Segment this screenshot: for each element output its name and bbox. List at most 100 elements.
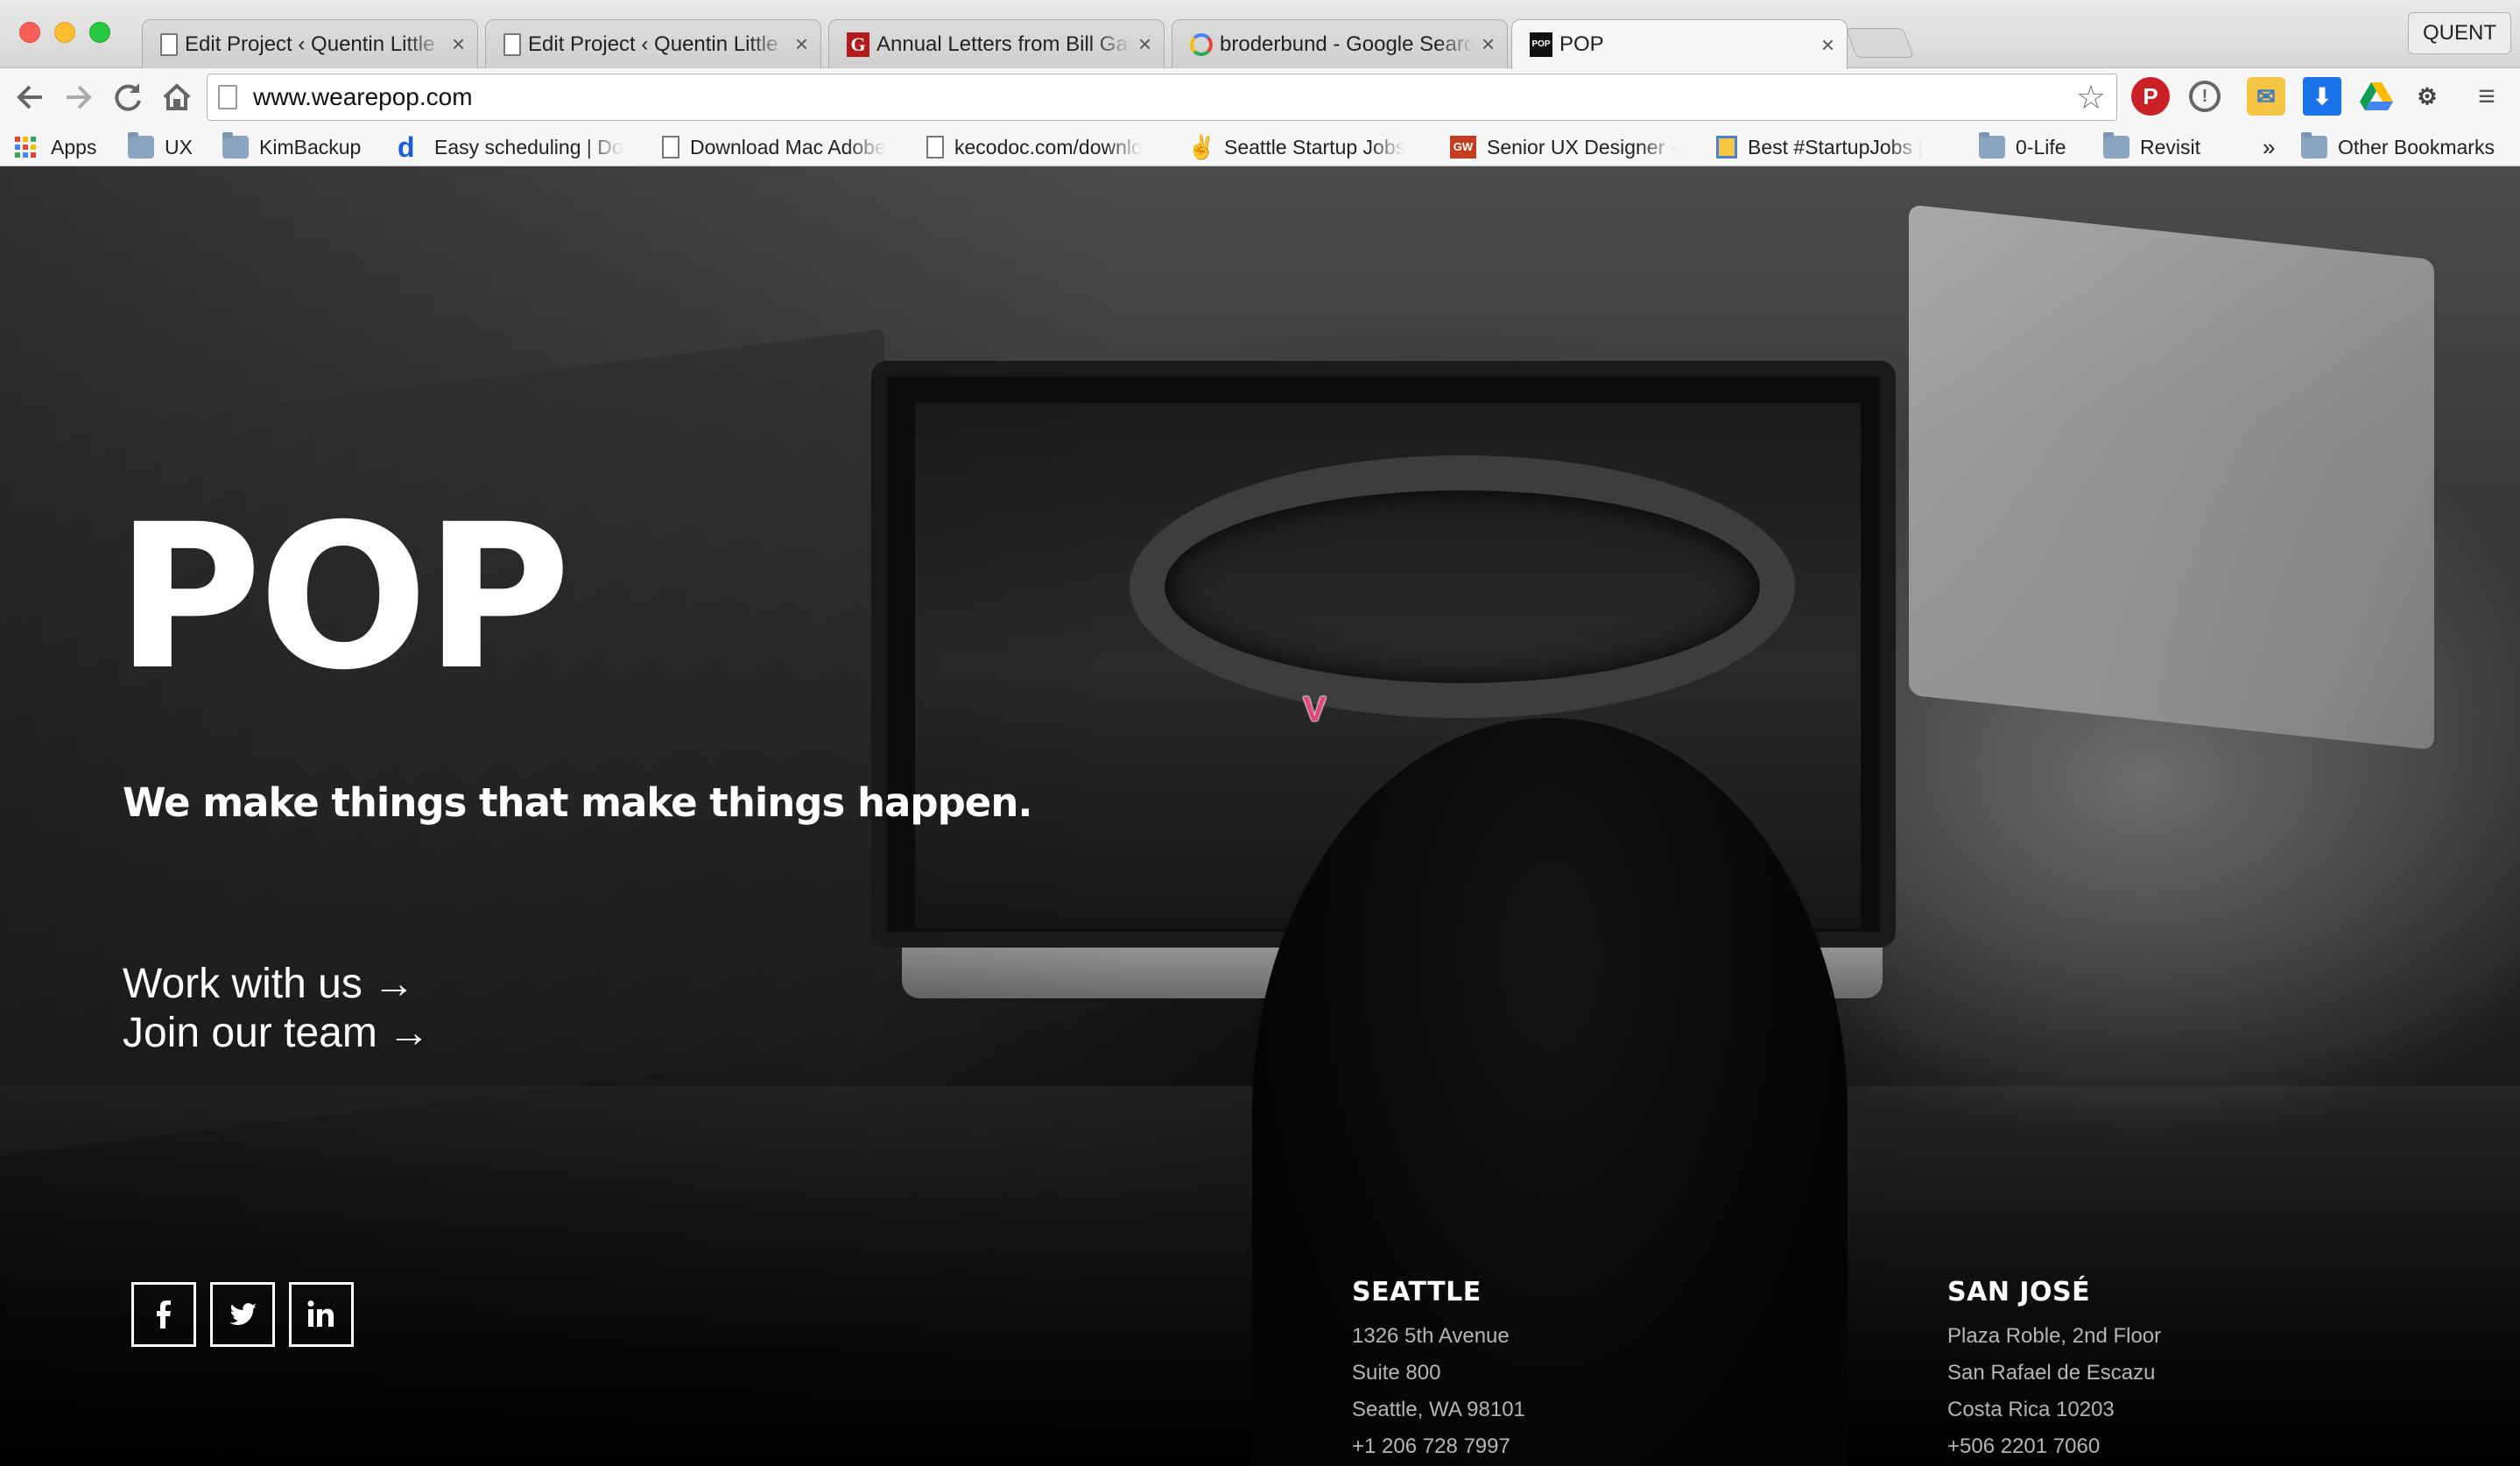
forward-arrow-icon[interactable] <box>63 75 93 130</box>
document-icon <box>926 136 944 159</box>
document-icon <box>503 32 521 56</box>
document-icon <box>160 32 178 56</box>
tab-close-icon[interactable]: × <box>1821 32 1834 59</box>
bookmark-folder[interactable]: Revisit <box>2103 131 2200 163</box>
bookmark-label: KimBackup <box>259 135 362 159</box>
bookmark-label: Download Mac Adobe <box>690 135 886 159</box>
office-address-line: Costa Rica 10203 <box>1947 1398 2115 1421</box>
bookmark-label: Seattle Startup Jobs <box>1224 135 1406 159</box>
bookmark-folder[interactable]: Other Bookmarks <box>2301 131 2495 163</box>
peace-hand-icon: ✌ <box>1187 134 1216 160</box>
join-our-team-link[interactable]: Join our team → <box>123 1009 430 1057</box>
hero-content: POP We make things that make things happ… <box>0 166 2520 1466</box>
close-window-button[interactable] <box>19 22 40 43</box>
address-bar[interactable]: www.wearepop.com ☆ <box>207 74 2117 121</box>
gates-notes-icon: G <box>847 32 869 57</box>
back-arrow-icon[interactable] <box>16 75 46 130</box>
pop-logo[interactable]: POP <box>116 497 571 697</box>
office-address-line: Plaza Roble, 2nd Floor <box>1947 1324 2162 1348</box>
cta-label: Work with us <box>123 961 363 1007</box>
doodle-icon: d <box>398 131 415 163</box>
profile-button[interactable]: QUENT <box>2408 12 2511 54</box>
bookmark-folder[interactable]: KimBackup <box>222 131 361 163</box>
tab-close-icon[interactable]: × <box>452 31 465 58</box>
linkedin-icon[interactable] <box>289 1282 354 1347</box>
reload-icon[interactable] <box>112 75 144 130</box>
bookmark-link[interactable]: kecodoc.com/downlo <box>926 131 1166 163</box>
bookmark-label: Easy scheduling | Do <box>434 135 623 159</box>
bookmark-link[interactable]: ✌ Seattle Startup Jobs <box>1187 131 1425 163</box>
hero-section: POP We make things that make things happ… <box>0 166 2520 1466</box>
folder-icon <box>2103 132 2129 159</box>
browser-tab[interactable]: broderbund - Google Searc × <box>1172 19 1508 68</box>
office-phone[interactable]: +506 2201 7060 <box>1947 1428 2161 1465</box>
v-badge-icon: V <box>1303 690 1327 729</box>
bookmark-label: 0-Life <box>2016 135 2066 159</box>
bookmark-label: Revisit <box>2140 135 2201 159</box>
office-address-line: San Rafael de Escazu <box>1947 1361 2156 1385</box>
browser-tab[interactable]: Edit Project ‹ Quentin Little × <box>485 19 821 68</box>
bookmark-label: Other Bookmarks <box>2338 135 2495 159</box>
tab-title: Edit Project ‹ Quentin Little <box>185 32 435 56</box>
gw-icon: GW <box>1450 136 1476 159</box>
tab-title: POP <box>1559 32 1604 56</box>
pop-icon: POP <box>1530 32 1552 57</box>
bookmark-label: UX <box>165 135 193 159</box>
office-phone[interactable]: +1 206 728 7997 <box>1352 1428 1525 1465</box>
download-icon[interactable]: ⬇ <box>2303 77 2341 116</box>
social-links <box>131 1282 354 1347</box>
bookmark-link[interactable]: GW Senior UX Designer - <box>1450 131 1690 163</box>
tab-title: Edit Project ‹ Quentin Little <box>528 32 778 56</box>
cta-label: Join our team <box>123 1010 377 1056</box>
tab-close-icon[interactable]: × <box>1138 31 1151 58</box>
folder-icon <box>2301 132 2327 159</box>
tagline: We make things that make things happen. <box>123 779 1032 826</box>
bookmark-star-icon[interactable]: ☆ <box>2076 78 2106 117</box>
extension-icon[interactable]: ✉ <box>2247 77 2285 116</box>
tab-title: broderbund - Google Searc <box>1220 32 1475 56</box>
bookmarks-bar: Apps UX KimBackup d Easy scheduling | Do… <box>0 128 2520 166</box>
bookmark-apps[interactable]: Apps <box>14 131 96 163</box>
bookmark-label: Best #StartupJobs | <box>1748 135 1924 159</box>
browser-tab[interactable]: Edit Project ‹ Quentin Little × <box>142 19 478 68</box>
browser-tab-active[interactable]: POP POP × <box>1511 19 1848 69</box>
tab-close-icon[interactable]: × <box>795 31 808 58</box>
arrow-right-icon: → <box>387 1010 430 1056</box>
zoom-window-button[interactable] <box>89 22 110 43</box>
bookmark-link[interactable]: Best #StartupJobs | <box>1716 131 1954 163</box>
minimize-window-button[interactable] <box>54 22 75 43</box>
tab-close-icon[interactable]: × <box>1482 31 1495 58</box>
office-name: SEATTLE <box>1352 1277 1482 1307</box>
bookmark-label: kecodoc.com/downlo <box>954 135 1143 159</box>
bookmark-folder[interactable]: 0-Life <box>1979 131 2066 163</box>
menu-icon[interactable]: ≡ <box>2467 77 2506 116</box>
facebook-icon[interactable] <box>131 1282 196 1347</box>
window-controls <box>19 22 110 43</box>
extension-puzzle-icon[interactable]: ⚙ <box>2408 77 2446 116</box>
folder-icon <box>128 132 154 159</box>
folder-icon <box>1979 132 2005 159</box>
work-with-us-link[interactable]: Work with us → <box>123 960 415 1008</box>
bookmark-link[interactable]: Download Mac Adobe <box>662 131 893 163</box>
home-icon[interactable] <box>161 75 193 130</box>
bookmark-folder[interactable]: UX <box>128 131 193 163</box>
new-tab-button[interactable] <box>1845 28 1915 58</box>
office-address-line: 1326 5th Avenue <box>1352 1324 1510 1348</box>
google-drive-icon[interactable] <box>2357 77 2396 116</box>
office-seattle: SEATTLE 1326 5th Avenue Suite 800 Seattl… <box>1352 1277 1525 1465</box>
bookmarks-overflow-button[interactable]: » <box>2263 131 2275 163</box>
bookmark-label: Apps <box>51 135 97 159</box>
bookmark-link[interactable]: d Easy scheduling | Do <box>398 131 629 163</box>
tab-title: Annual Letters from Bill Gat <box>876 32 1131 56</box>
arrow-right-icon: → <box>372 961 415 1007</box>
pinterest-icon[interactable]: P <box>2131 77 2170 116</box>
browser-toolbar: www.wearepop.com ☆ P ! ✉ ⬇ ⚙ ≡ <box>0 68 2520 128</box>
url-text: www.wearepop.com <box>253 83 473 110</box>
google-icon <box>1190 32 1213 56</box>
startup-jobs-icon <box>1716 136 1737 159</box>
onepassword-icon[interactable]: ! <box>2189 81 2221 112</box>
page-icon <box>218 85 237 109</box>
twitter-icon[interactable] <box>210 1282 275 1347</box>
office-name: SAN JOSÉ <box>1947 1277 2091 1307</box>
browser-tab[interactable]: G Annual Letters from Bill Gat × <box>828 19 1165 68</box>
